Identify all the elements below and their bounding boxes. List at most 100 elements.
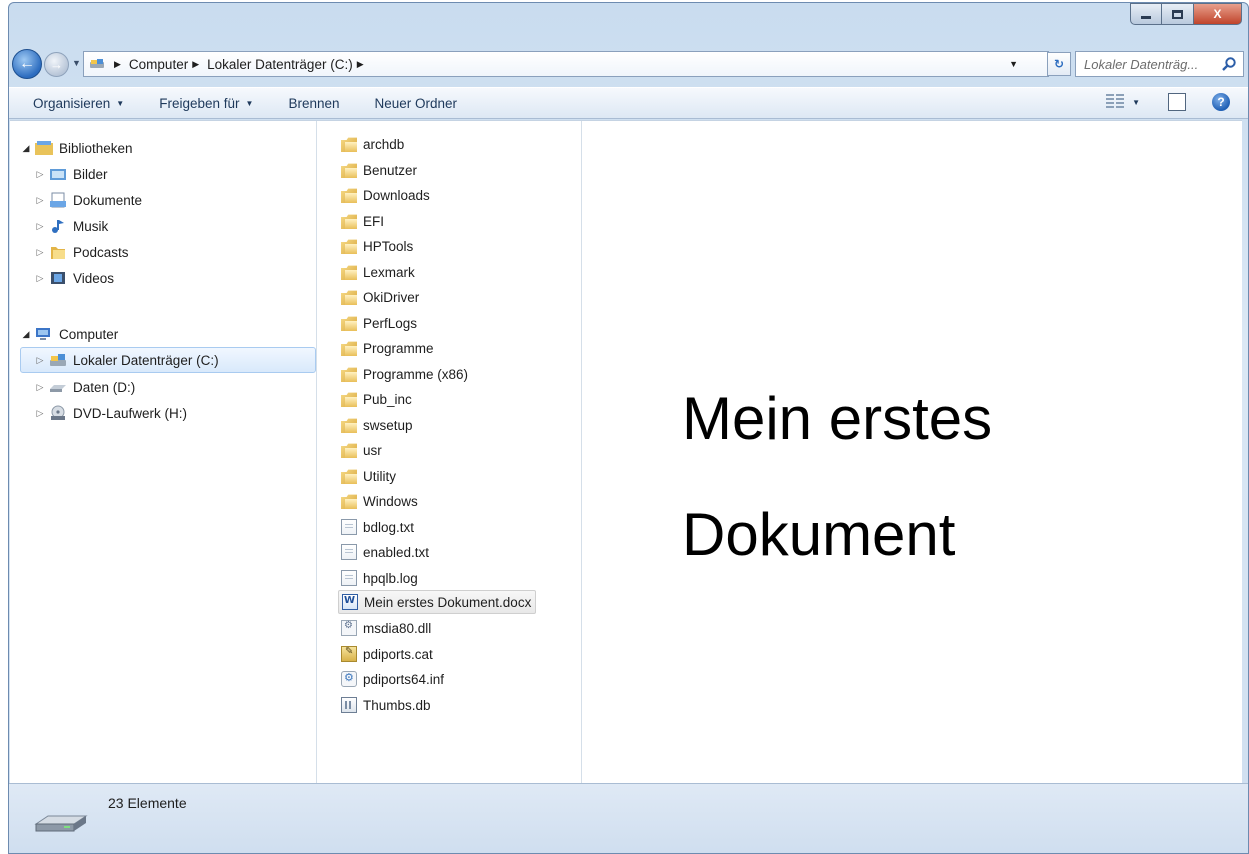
list-item[interactable]: msdia80.dll [341, 616, 431, 640]
list-item[interactable]: Downloads [341, 183, 430, 207]
close-button[interactable]: X [1194, 3, 1242, 25]
dvd-icon [51, 405, 65, 420]
drive-icon [50, 354, 66, 366]
nav-label: Bibliotheken [59, 140, 133, 156]
expanded-arrow-icon[interactable]: ◢ [20, 329, 32, 340]
list-item[interactable]: Pub_inc [341, 387, 412, 411]
collapsed-arrow-icon[interactable]: ▷ [34, 221, 46, 232]
breadcrumb-drive-c[interactable]: Lokaler Datenträger (C:) [207, 57, 353, 72]
nav-item-bilder[interactable]: ▷ Bilder [34, 161, 108, 187]
file-name: msdia80.dll [363, 620, 432, 636]
folder-icon [341, 469, 357, 484]
minimize-button[interactable] [1130, 3, 1162, 25]
address-history-dropdown[interactable]: ▼ [1009, 59, 1018, 69]
breadcrumb-separator[interactable]: ▶ [114, 59, 121, 70]
address-bar[interactable]: ▶ Computer ▶ Lokaler Datenträger (C:) ▶ … [83, 51, 1049, 77]
videos-icon [51, 272, 65, 284]
list-item[interactable]: bdlog.txt [341, 515, 414, 539]
maximize-button[interactable] [1162, 3, 1194, 25]
list-item[interactable]: Windows [341, 489, 418, 513]
text-file-icon [341, 570, 357, 586]
list-item-selected[interactable]: Mein erstes Dokument.docx [338, 590, 537, 614]
list-item[interactable]: usr [341, 438, 382, 462]
drive-icon [50, 385, 66, 392]
list-item[interactable]: EFI [341, 209, 384, 233]
drive-icon [90, 59, 104, 68]
forward-button[interactable]: → [44, 52, 69, 77]
collapsed-arrow-icon[interactable]: ▷ [34, 408, 46, 419]
back-button[interactable]: ← [12, 49, 42, 79]
collapsed-arrow-icon[interactable]: ▷ [34, 355, 46, 366]
explorer-window: X ← → ▼ ▶ Computer ▶ Lokaler Datenträger… [8, 2, 1249, 854]
folder-icon [341, 392, 357, 407]
folder-icon [341, 137, 357, 152]
list-item[interactable]: swsetup [341, 413, 413, 437]
nav-item-daten-d[interactable]: ▷ Daten (D:) [34, 374, 136, 400]
file-name: EFI [363, 213, 385, 229]
list-item[interactable]: enabled.txt [341, 540, 429, 564]
maximize-icon [1172, 9, 1183, 19]
refresh-button[interactable]: ↻ [1047, 52, 1071, 76]
nav-item-lokaler-datentraeger-c[interactable]: ▷ Lokaler Datenträger (C:) [20, 347, 316, 373]
view-options-dropdown[interactable]: ▼ [1132, 98, 1140, 107]
expanded-arrow-icon[interactable]: ◢ [20, 143, 32, 154]
arrow-right-icon: → [50, 57, 63, 72]
list-item[interactable]: pdiports.cat [341, 642, 433, 666]
new-folder-button[interactable]: Neuer Ordner [374, 96, 457, 111]
nav-item-bibliotheken[interactable]: ◢ Bibliotheken [20, 135, 133, 161]
list-item[interactable]: Utility [341, 464, 396, 488]
list-item[interactable]: pdiports64.inf [341, 667, 444, 691]
breadcrumb-separator[interactable]: ▶ [192, 59, 199, 70]
collapsed-arrow-icon[interactable]: ▷ [34, 382, 46, 393]
list-item[interactable]: Benutzer [341, 158, 417, 182]
documents-icon [50, 192, 66, 208]
list-item[interactable]: Lexmark [341, 260, 415, 284]
search-box[interactable] [1075, 51, 1244, 77]
help-icon[interactable]: ? [1212, 93, 1230, 111]
navigation-pane[interactable]: ◢ Bibliotheken ▷ Bilder ▷ Dokumente ▷ Mu… [10, 121, 317, 783]
collapsed-arrow-icon[interactable]: ▷ [34, 247, 46, 258]
list-item[interactable]: PerfLogs [341, 311, 417, 335]
folder-icon [341, 214, 357, 229]
nav-label: DVD-Laufwerk (H:) [73, 405, 188, 421]
list-item[interactable]: HPTools [341, 234, 413, 258]
nav-item-videos[interactable]: ▷ Videos [34, 265, 115, 291]
preview-pane-toggle[interactable] [1168, 93, 1186, 111]
list-item[interactable]: Thumbs.db [341, 693, 431, 717]
nav-item-computer[interactable]: ◢ Computer [20, 321, 119, 347]
file-name: bdlog.txt [363, 519, 415, 535]
nav-label: Dokumente [73, 192, 143, 208]
collapsed-arrow-icon[interactable]: ▷ [34, 169, 46, 180]
view-options-icon[interactable] [1106, 94, 1125, 110]
content-area: ◢ Bibliotheken ▷ Bilder ▷ Dokumente ▷ Mu… [10, 120, 1242, 783]
item-count: 23 Elemente [108, 795, 187, 811]
breadcrumb-separator[interactable]: ▶ [357, 59, 364, 70]
nav-item-dvd-laufwerk-h[interactable]: ▷ DVD-Laufwerk (H:) [34, 400, 187, 426]
nav-item-podcasts[interactable]: ▷ Podcasts [34, 239, 129, 265]
preview-line-2: Dokument [682, 501, 956, 568]
toolbar-right: ▼ ? [1106, 93, 1230, 111]
list-item[interactable]: OkiDriver [341, 285, 419, 309]
collapsed-arrow-icon[interactable]: ▷ [34, 195, 46, 206]
burn-label: Brennen [288, 95, 340, 111]
file-name: pdiports64.inf [363, 671, 445, 687]
folder-icon [51, 247, 65, 259]
collapsed-arrow-icon[interactable]: ▷ [34, 273, 46, 284]
file-name: Downloads [363, 187, 430, 203]
list-item[interactable]: archdb [341, 132, 404, 156]
breadcrumb-computer[interactable]: Computer [129, 57, 188, 72]
nav-item-musik[interactable]: ▷ Musik [34, 213, 109, 239]
nav-item-dokumente[interactable]: ▷ Dokumente [34, 187, 142, 213]
search-input[interactable] [1084, 56, 1218, 72]
list-item[interactable]: Programme [341, 336, 434, 360]
burn-button[interactable]: Brennen [288, 96, 339, 111]
list-item[interactable]: hpqlb.log [341, 566, 418, 590]
folder-icon [341, 265, 357, 280]
recent-pages-dropdown[interactable]: ▼ [72, 58, 81, 68]
share-with-menu[interactable]: Freigeben für ▼ [159, 96, 253, 111]
word-document-icon [342, 594, 358, 610]
nav-label: Podcasts [73, 244, 129, 260]
file-list[interactable]: archdb Benutzer Downloads EFI HPTools Le… [317, 121, 582, 783]
list-item[interactable]: Programme (x86) [341, 362, 468, 386]
organize-menu[interactable]: Organisieren ▼ [33, 96, 124, 111]
